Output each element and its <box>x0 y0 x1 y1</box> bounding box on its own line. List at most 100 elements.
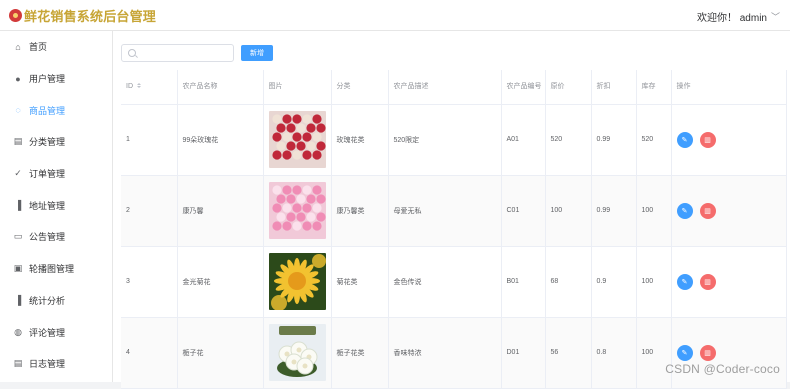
watermark: CSDN @Coder-coco <box>665 362 780 376</box>
column-header-code: 农产品编号 <box>501 70 546 105</box>
column-header-price: 原价 <box>545 70 592 105</box>
comment-icon: ◍ <box>14 326 22 337</box>
column-header-actions: 操作 <box>671 70 787 105</box>
edit-button[interactable]: ✎ <box>676 344 693 361</box>
cell-price: 520 <box>545 104 592 176</box>
cell-id: 4 <box>121 317 178 389</box>
sort-caret-icon[interactable] <box>137 83 141 89</box>
table-row: 1 99朵玫瑰花 玫瑰花类 520限定 A01 520 0.99 520 ✎ ▥ <box>121 104 787 176</box>
column-header-category: 分类 <box>331 70 389 105</box>
sidebar-item[interactable]: ● 用户管理 <box>0 63 112 95</box>
address-icon: ▐ <box>14 200 22 211</box>
sidebar: ⌂ 首页 ● 用户管理 ◌ 商品管理 ▤ 分类管理 ✓ 订单管理 ▐ 地址管理 ▭ 公告管理 ▣ 轮播图管理 ▐… <box>0 31 113 382</box>
column-header-id[interactable]: ID <box>121 70 178 105</box>
row-actions: ✎ ▥ <box>676 344 786 361</box>
cell-image <box>263 104 332 176</box>
edit-button[interactable]: ✎ <box>676 131 693 148</box>
category-icon: ▤ <box>13 136 23 147</box>
edit-button[interactable]: ✎ <box>676 273 693 290</box>
sidebar-item-label: 统计分析 <box>29 295 66 306</box>
cell-discount: 0.8 <box>591 317 637 389</box>
user-menu[interactable]: 欢迎你！ admin ﹀ <box>697 9 780 24</box>
cell-image <box>263 317 332 389</box>
cell-id: 1 <box>121 104 178 176</box>
cell-actions: ✎ ▥ <box>671 104 787 176</box>
sidebar-item-label: 地址管理 <box>29 200 66 211</box>
cell-name: 康乃馨 <box>177 175 264 247</box>
sidebar-item-label: 公告管理 <box>29 232 66 243</box>
toolbar: 新增 <box>121 44 273 62</box>
sidebar-item[interactable]: ⌂ 首页 <box>0 31 112 63</box>
cell-id: 3 <box>121 246 178 318</box>
sidebar-item[interactable]: ✓ 订单管理 <box>0 158 112 190</box>
edit-button[interactable]: ✎ <box>676 202 693 219</box>
cell-price: 68 <box>545 246 592 318</box>
cell-category: 玫瑰花类 <box>331 104 389 176</box>
user-icon: ● <box>15 73 21 84</box>
cell-discount: 0.99 <box>591 104 637 176</box>
product-image <box>268 182 331 239</box>
main-content: 新增 ID 农产品名称 图片 分类 农产品描述 农产品编号 原价 折扣 库存 操… <box>113 31 790 389</box>
column-header-description: 农产品描述 <box>388 70 502 105</box>
cell-code: D01 <box>501 317 546 389</box>
sidebar-item[interactable]: ◍ 评论管理 <box>0 316 112 348</box>
log-icon: ▤ <box>13 358 23 369</box>
delete-button[interactable]: ▥ <box>699 202 716 219</box>
sidebar-item[interactable]: ▭ 公告管理 <box>0 221 112 253</box>
cell-actions: ✎ ▥ <box>671 175 787 247</box>
sidebar-item-label: 首页 <box>29 42 48 53</box>
cell-image <box>263 175 332 247</box>
sidebar-item-label: 商品管理 <box>29 105 66 116</box>
top-header: 鲜花销售系统后台管理 欢迎你！ admin ﹀ <box>0 0 790 31</box>
search-icon <box>128 49 136 57</box>
product-image <box>268 324 331 381</box>
notice-icon: ▭ <box>13 231 23 242</box>
row-actions: ✎ ▥ <box>676 202 786 219</box>
search-input[interactable] <box>140 48 230 58</box>
cell-discount: 0.99 <box>591 175 637 247</box>
sidebar-item-label: 轮播图管理 <box>29 264 75 275</box>
cell-actions: ✎ ▥ <box>671 317 787 389</box>
sidebar-item[interactable]: ▐ 地址管理 <box>0 189 112 221</box>
goods-icon: ◌ <box>15 105 21 116</box>
search-box[interactable] <box>121 44 234 62</box>
delete-button[interactable]: ▥ <box>699 131 716 148</box>
add-button[interactable]: 新增 <box>241 45 273 61</box>
sidebar-item[interactable]: ▤ 日志管理 <box>0 348 112 380</box>
column-header-image: 图片 <box>263 70 332 105</box>
sidebar-item[interactable]: ▐ 统计分析 <box>0 285 112 317</box>
column-header-stock: 库存 <box>636 70 672 105</box>
sidebar-item[interactable]: ▣ 轮播图管理 <box>0 253 112 285</box>
cell-id: 2 <box>121 175 178 247</box>
delete-button[interactable]: ▥ <box>699 344 716 361</box>
logo: 鲜花销售系统后台管理 <box>9 6 156 25</box>
cell-stock: 520 <box>636 104 672 176</box>
cell-description: 香味特浓 <box>388 317 502 389</box>
cell-code: A01 <box>501 104 546 176</box>
chevron-down-icon[interactable]: ﹀ <box>771 10 780 23</box>
cell-stock: 100 <box>636 175 672 247</box>
home-icon: ⌂ <box>15 41 21 52</box>
cell-price: 100 <box>545 175 592 247</box>
cell-category: 康乃馨类 <box>331 175 389 247</box>
cell-stock: 100 <box>636 246 672 318</box>
carousel-icon: ▣ <box>13 263 23 274</box>
sidebar-item[interactable]: ▤ 分类管理 <box>0 126 112 158</box>
cell-description: 母爱无私 <box>388 175 502 247</box>
cell-actions: ✎ ▥ <box>671 246 787 318</box>
column-header-discount: 折扣 <box>591 70 637 105</box>
sidebar-item-label: 日志管理 <box>29 359 66 370</box>
cell-code: B01 <box>501 246 546 318</box>
sidebar-item[interactable]: ◌ 商品管理 <box>0 94 112 126</box>
user-greeting[interactable]: 欢迎你！ admin <box>697 9 767 24</box>
cell-name: 金光菊花 <box>177 246 264 318</box>
delete-button[interactable]: ▥ <box>699 273 716 290</box>
sidebar-item-label: 订单管理 <box>29 169 66 180</box>
cell-stock: 100 <box>636 317 672 389</box>
product-image <box>268 111 331 168</box>
table-header-row: ID 农产品名称 图片 分类 农产品描述 农产品编号 原价 折扣 库存 操作 <box>121 70 787 105</box>
table-row: 3 金光菊花 菊花类 金色传说 B01 68 0.9 100 ✎ ▥ <box>121 246 787 318</box>
products-table: ID 农产品名称 图片 分类 农产品描述 农产品编号 原价 折扣 库存 操作 1… <box>121 70 787 389</box>
sidebar-item-label: 评论管理 <box>29 327 66 338</box>
cell-category: 菊花类 <box>331 246 389 318</box>
